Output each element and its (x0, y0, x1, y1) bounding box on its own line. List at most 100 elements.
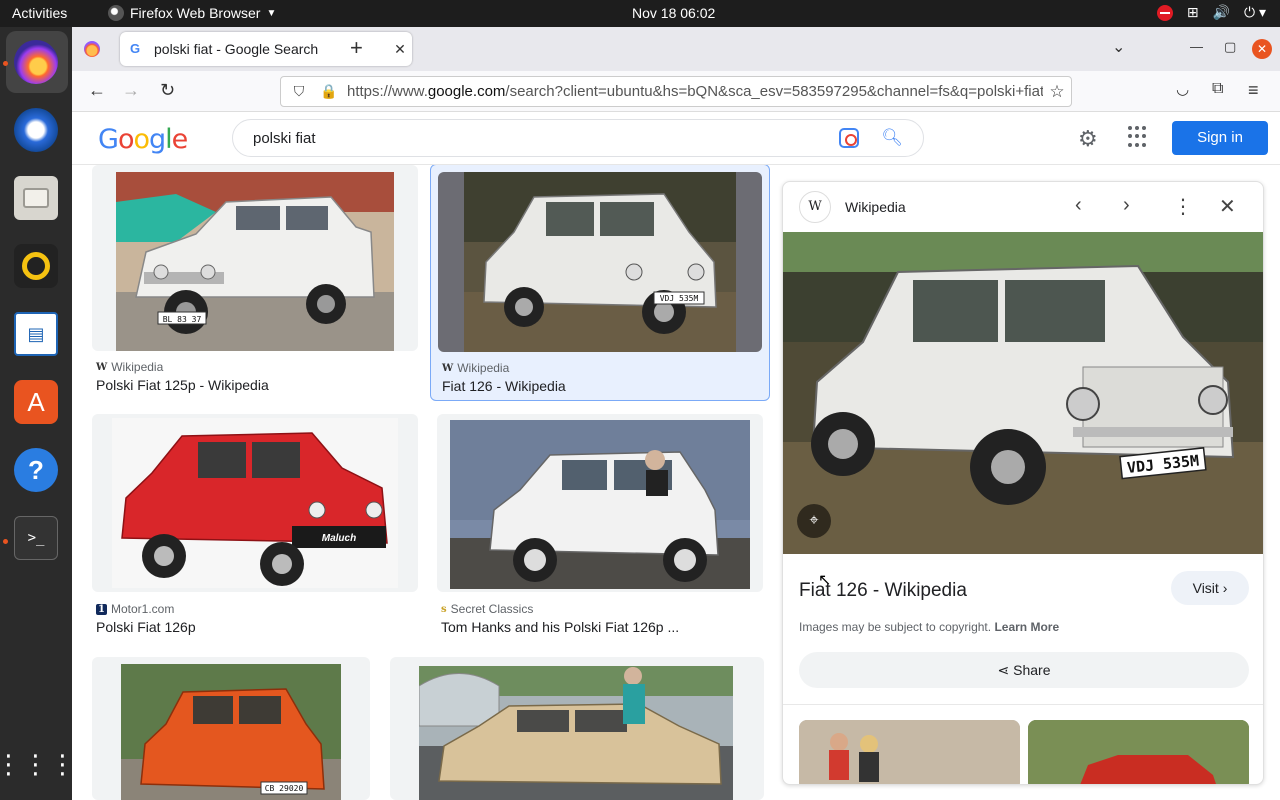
show-apps-icon[interactable]: ⋮⋮⋮ (0, 742, 76, 786)
back-arrow-icon[interactable]: ← (88, 80, 106, 101)
extensions-icon[interactable]: ⧉ (1212, 80, 1223, 98)
help-dock-icon[interactable]: ? (14, 448, 58, 492)
result-caption[interactable]: Tom Hanks and his Polski Fiat 126p ... (441, 619, 679, 635)
share-icon: ⋖ (997, 662, 1010, 678)
url-bar[interactable]: ⛉ 🔒 https://www.google.com/search?client… (280, 76, 1072, 107)
result-thumbnail[interactable] (390, 657, 764, 800)
network-icon[interactable]: ⊞ (1187, 4, 1199, 21)
result-thumbnail[interactable]: BL 83 37 (92, 165, 418, 351)
learn-more-link[interactable]: Learn More (994, 620, 1059, 634)
rhythmbox-dock-icon[interactable] (14, 244, 58, 288)
tracking-shield-icon[interactable]: ⛉ (287, 83, 311, 100)
result-caption[interactable]: Polski Fiat 125p - Wikipedia (96, 377, 269, 393)
tab-google-search[interactable]: G polski fiat - Google Search ✕ (120, 32, 412, 66)
search-query[interactable]: polski fiat (253, 130, 839, 147)
mouse-cursor-icon: ↖ (818, 572, 832, 589)
related-image[interactable] (799, 720, 1020, 784)
do-not-disturb-icon[interactable] (1156, 4, 1173, 21)
svg-text:Maluch: Maluch (322, 533, 356, 544)
files-dock-icon[interactable] (14, 176, 58, 220)
lock-icon[interactable]: 🔒 (317, 83, 341, 100)
motor1-favicon-icon: 1 (96, 603, 107, 615)
writer-dock-icon[interactable]: ▤ (14, 312, 58, 356)
result-thumbnail[interactable]: CB 29020 (92, 657, 370, 800)
chevron-right-icon: › (1222, 580, 1228, 596)
wikipedia-favicon-icon[interactable]: W (799, 191, 831, 223)
close-icon[interactable]: ✕ (1219, 194, 1236, 219)
bookmark-star-icon[interactable]: ☆ (1043, 82, 1071, 102)
result-source[interactable]: W Wikipedia (442, 361, 509, 375)
google-favicon-icon: G (130, 41, 141, 56)
image-result-selected[interactable]: VDJ 535M W Wikipedia Fiat 126 - Wikipedi… (430, 165, 770, 401)
svg-text:VDJ 535M: VDJ 535M (660, 294, 699, 303)
previous-icon[interactable]: ‹ (1075, 194, 1082, 217)
wikipedia-favicon-icon: W (442, 362, 454, 374)
wikipedia-favicon-icon: W (96, 361, 108, 373)
new-tab-icon[interactable]: + (350, 35, 363, 61)
image-result[interactable]: BL 83 37 W Wikipedia Polski Fiat 125p - … (92, 165, 418, 397)
image-results-grid: BL 83 37 W Wikipedia Polski Fiat 125p - … (72, 165, 772, 800)
pocket-icon[interactable]: ◡ (1176, 80, 1189, 98)
volume-icon[interactable]: 🔊 (1213, 4, 1230, 21)
window-close-icon[interactable]: ✕ (1252, 39, 1272, 59)
thunderbird-dock-icon[interactable] (14, 108, 58, 152)
firefox-view-icon[interactable] (84, 41, 100, 57)
google-header: Google polski fiat 🔍︎ ⚙ Sign in (72, 112, 1280, 165)
visit-button[interactable]: Visit › (1171, 571, 1249, 605)
terminal-dock-icon[interactable]: >_ (14, 516, 58, 560)
related-image[interactable] (1028, 720, 1249, 784)
chevron-down-icon: ▼ (266, 7, 277, 19)
reload-icon[interactable]: ↻ (160, 80, 175, 101)
result-thumbnail[interactable]: VDJ 535M (438, 172, 762, 352)
result-thumbnail[interactable] (437, 414, 763, 592)
svg-text:BL 83 37: BL 83 37 (163, 315, 202, 324)
system-tray[interactable]: ⊞ 🔊 ⏻ ▾ (1156, 4, 1266, 21)
running-indicator (3, 539, 8, 544)
result-caption[interactable]: Fiat 126 - Wikipedia (442, 378, 566, 394)
share-button[interactable]: ⋖ Share (799, 652, 1249, 688)
image-result[interactable] (390, 657, 764, 800)
list-all-tabs-icon[interactable]: ⌄ (1112, 37, 1125, 57)
copyright-notice: Images may be subject to copyright. Lear… (799, 620, 1060, 634)
google-lens-icon[interactable]: ⌖ (797, 504, 831, 538)
maximize-icon[interactable]: ▢ (1224, 39, 1236, 55)
power-icon[interactable]: ⏻ ▾ (1244, 4, 1266, 21)
image-result[interactable]: CB 29020 (92, 657, 370, 800)
app-menu[interactable]: Firefox Web Browser ▼ (108, 5, 276, 21)
svg-text:CB 29020: CB 29020 (265, 784, 304, 793)
image-result[interactable]: s Secret Classics Tom Hanks and his Pols… (437, 414, 763, 640)
panel-header: W Wikipedia ‹ › ⋮ ✕ (783, 182, 1263, 232)
app-center-dock-icon[interactable]: A (14, 380, 58, 424)
url-text[interactable]: https://www.google.com/search?client=ubu… (347, 83, 1043, 100)
gnome-top-bar: Activities Firefox Web Browser ▼ Nov 18 … (0, 0, 1280, 27)
search-input[interactable]: polski fiat 🔍︎ (232, 119, 924, 157)
result-source[interactable]: 1 Motor1.com (96, 602, 174, 616)
result-caption[interactable]: Polski Fiat 126p (96, 619, 196, 635)
menu-icon[interactable]: ≡ (1248, 80, 1259, 101)
google-lens-icon[interactable] (839, 128, 860, 148)
firefox-dock-icon[interactable] (14, 40, 58, 84)
search-icon[interactable]: 🔍︎ (881, 128, 903, 148)
more-options-icon[interactable]: ⋮ (1173, 194, 1193, 219)
result-source[interactable]: s Secret Classics (441, 602, 533, 616)
minimize-icon[interactable]: — (1190, 39, 1203, 54)
result-thumbnail[interactable]: Maluch (92, 414, 418, 592)
gear-icon[interactable]: ⚙ (1078, 126, 1098, 152)
panel-main-image[interactable]: VDJ 535M ⌖ (783, 232, 1263, 554)
firefox-icon (108, 5, 124, 21)
divider (783, 704, 1263, 705)
tab-bar: G polski fiat - Google Search ✕ + ⌄ — ▢ … (72, 27, 1280, 71)
panel-site-name[interactable]: Wikipedia (845, 199, 906, 215)
clock[interactable]: Nov 18 06:02 (632, 5, 715, 21)
result-source[interactable]: W Wikipedia (96, 360, 163, 374)
activities-button[interactable]: Activities (12, 5, 67, 21)
sign-in-button[interactable]: Sign in (1172, 121, 1268, 155)
apps-grid-icon[interactable] (1128, 126, 1150, 148)
close-tab-icon[interactable]: ✕ (388, 41, 412, 58)
google-logo[interactable]: Google (98, 124, 188, 155)
image-result[interactable]: Maluch 1 Motor1.com Polski Fiat 126p (92, 414, 418, 640)
forward-arrow-icon[interactable]: → (122, 80, 140, 101)
running-indicator (3, 61, 8, 66)
next-icon[interactable]: › (1123, 194, 1130, 217)
app-menu-label: Firefox Web Browser (130, 5, 261, 21)
